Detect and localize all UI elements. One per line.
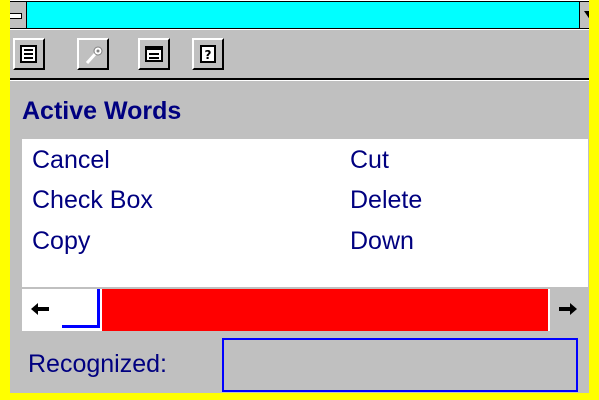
horizontal-scrollbar[interactable]	[22, 289, 588, 331]
toolbar-separator-highlight	[10, 80, 589, 81]
active-words-heading: Active Words	[22, 97, 182, 125]
window-frame-right	[589, 0, 599, 400]
list-item[interactable]: Down	[350, 227, 414, 256]
window-list-button[interactable]	[138, 38, 170, 70]
window-caption[interactable]	[27, 1, 579, 29]
list-item[interactable]: Check Box	[32, 186, 153, 215]
microphone-icon	[85, 46, 103, 65]
arrow-right-icon	[559, 303, 577, 315]
arrow-left-icon	[31, 303, 49, 315]
scroll-left-button[interactable]	[22, 289, 60, 331]
voice-command-window: ? Active Words Cancel Check Box Copy Cut…	[0, 0, 599, 400]
scroll-thumb[interactable]	[62, 289, 100, 331]
window-frame-bottom	[0, 393, 599, 400]
svg-text:?: ?	[205, 48, 212, 62]
list-item[interactable]: Copy	[32, 227, 90, 256]
help-button[interactable]: ?	[192, 38, 224, 70]
window-frame-left	[0, 0, 10, 400]
help-icon: ?	[200, 45, 216, 63]
active-words-list[interactable]: Cancel Check Box Copy Cut Delete Down	[22, 139, 588, 287]
microphone-button[interactable]	[77, 38, 109, 70]
title-bar	[0, 0, 599, 30]
window-list-icon	[145, 46, 163, 62]
toolbar: ?	[10, 30, 589, 76]
recognized-field	[222, 338, 578, 392]
list-item[interactable]: Cut	[350, 146, 389, 175]
document-icon	[20, 45, 37, 63]
scroll-right-button[interactable]	[550, 289, 588, 331]
document-button[interactable]	[13, 38, 45, 70]
scroll-track[interactable]	[102, 289, 548, 331]
list-item[interactable]: Cancel	[32, 146, 110, 175]
recognized-label: Recognized:	[28, 350, 167, 378]
list-item[interactable]: Delete	[350, 186, 422, 215]
